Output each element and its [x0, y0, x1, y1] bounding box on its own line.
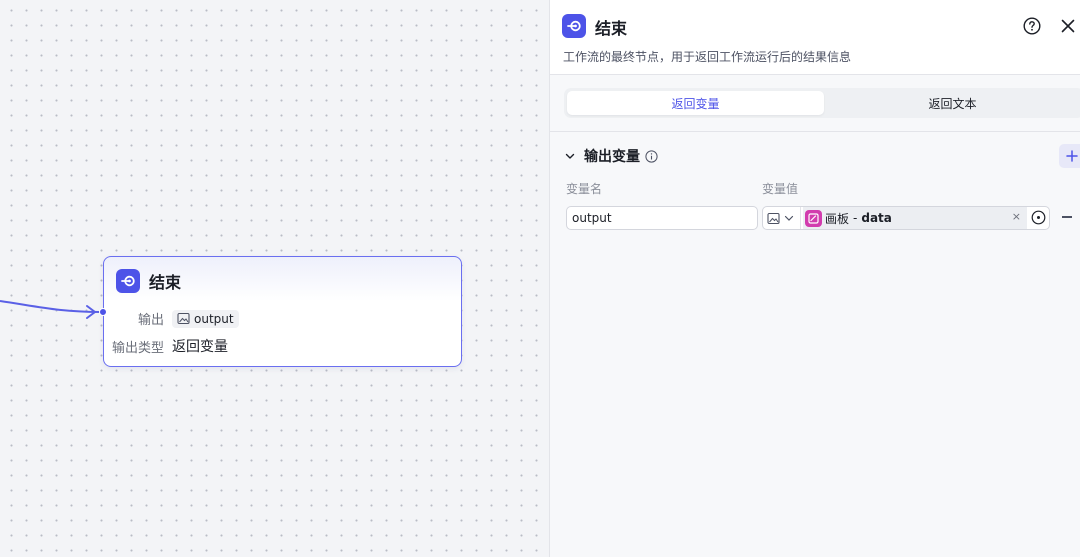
node-output-var: output [194, 311, 234, 326]
remove-variable-button[interactable] [1062, 216, 1072, 218]
panel-description: 工作流的最终节点，用于返回工作流运行后的结果信息 [563, 50, 852, 64]
canvas-icon [805, 209, 822, 227]
column-label-value: 变量值 [762, 182, 799, 196]
node-output-type-label: 输出类型 [111, 340, 164, 356]
node-output-row: 输出 output [104, 309, 239, 328]
help-icon[interactable] [1023, 17, 1041, 35]
end-node-icon [116, 269, 140, 293]
panel-title: 结束 [595, 19, 628, 38]
reference-separator: - [853, 211, 858, 225]
reference-variable: data [861, 211, 892, 225]
node-output-type-value: 返回变量 [172, 339, 228, 355]
output-variables-section-header[interactable]: 输出变量 [564, 146, 658, 166]
panel-header: 结束 工作流的最终节点，用于返回工作流运行后的结果信息 [550, 0, 1080, 75]
node-title: 结束 [149, 273, 182, 292]
chevron-down-icon[interactable] [564, 150, 576, 162]
add-variable-button[interactable] [1059, 144, 1080, 168]
image-icon [767, 212, 780, 224]
variable-value-field: 画板 - data × [762, 206, 1050, 230]
close-icon[interactable] [1060, 18, 1076, 34]
node-header: 结束 [116, 269, 181, 293]
info-icon[interactable] [645, 149, 658, 163]
variable-name-input[interactable] [566, 206, 758, 230]
clear-reference-button[interactable]: × [1012, 210, 1021, 223]
divider [550, 131, 1080, 132]
chevron-down-icon [784, 215, 794, 221]
plus-icon [1066, 150, 1078, 162]
reference-source: 画板 [825, 211, 850, 226]
node-config-panel: 结束 工作流的最终节点，用于返回工作流运行后的结果信息 返回变量 返回文本 输出… [549, 0, 1080, 557]
section-title: 输出变量 [584, 149, 640, 165]
output-mode-tabs: 返回变量 返回文本 [564, 88, 1080, 118]
end-node-card[interactable]: 结束 输出 output 输出类型 返回变量 [99, 256, 462, 367]
node-output-label: 输出 [137, 313, 164, 328]
variable-type-select[interactable] [763, 207, 801, 229]
tab-return-variable[interactable]: 返回变量 [567, 91, 824, 115]
workflow-canvas[interactable]: 结束 输出 output 输出类型 返回变量 [0, 0, 549, 557]
column-label-name: 变量名 [566, 182, 603, 196]
node-output-type-row: 输出类型 返回变量 [104, 336, 228, 356]
variable-reference-chip[interactable]: 画板 - data × [803, 207, 1027, 229]
node-output-chip: output [172, 309, 239, 328]
image-icon [177, 312, 190, 325]
tab-return-text[interactable]: 返回文本 [824, 91, 1080, 115]
variable-picker-icon[interactable] [1031, 210, 1046, 225]
end-node-icon [562, 14, 586, 38]
